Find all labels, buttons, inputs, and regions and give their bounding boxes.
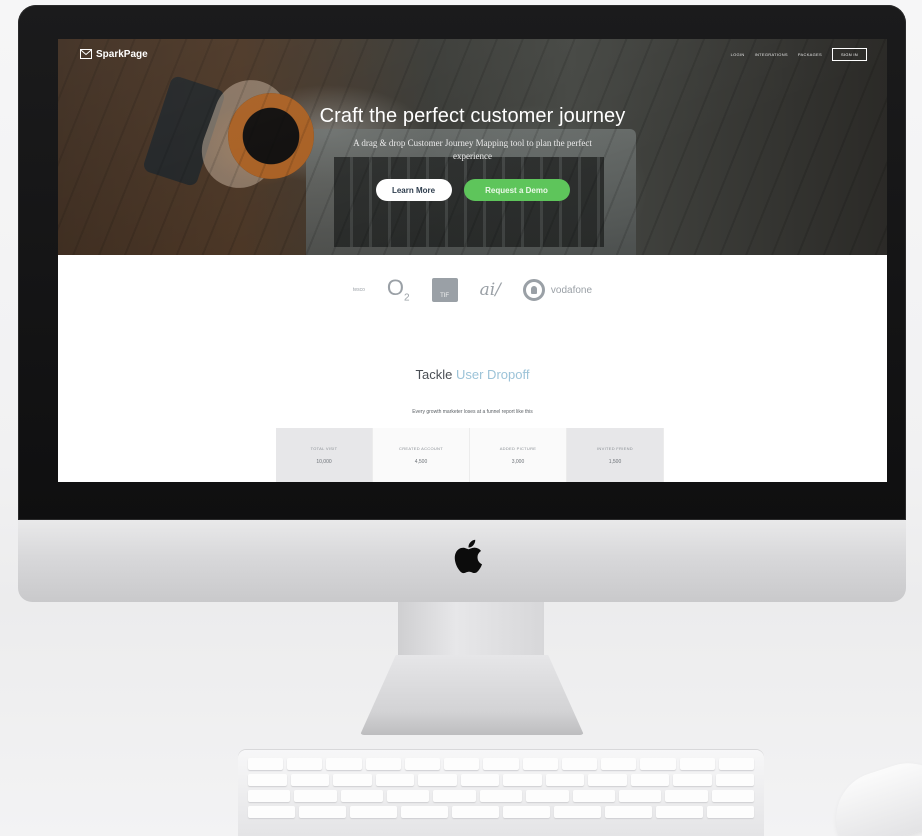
stat-value: 10,000 (316, 459, 332, 465)
stat-label: ADDED PICTURE (499, 446, 537, 451)
brand-logo[interactable]: SparkPage (80, 49, 148, 60)
hero-subtitle: A drag & drop Customer Journey Mapping t… (353, 138, 592, 161)
keyboard (238, 750, 764, 836)
sign-in-button[interactable]: SIGN IN (832, 47, 867, 61)
stat-card: CREATED ACCOUNT 4,500 (373, 428, 470, 482)
imac-stand-neck (398, 602, 544, 660)
screen: SparkPage LOGIN INTEGRATIONS PACKAGES SI… (58, 39, 887, 482)
stat-card: INVITED FRIEND 1,500 (567, 428, 664, 482)
section-title-accent: User Dropoff (456, 367, 530, 382)
hero-buttons: Learn More Request a Demo (58, 179, 887, 201)
hero-content: Craft the perfect customer journey A dra… (58, 105, 887, 201)
nav-login-link[interactable]: LOGIN (731, 52, 745, 57)
section-title: Tackle User Dropoff (58, 367, 887, 382)
logo-script: ai/ (479, 280, 501, 300)
learn-more-button[interactable]: Learn More (375, 179, 452, 201)
mouse (824, 751, 922, 836)
logo-vodafone: vodafone (522, 279, 593, 301)
nav-integrations-link[interactable]: INTEGRATIONS (755, 52, 788, 57)
request-demo-button[interactable]: Request a Demo (463, 179, 570, 201)
stat-card: TOTAL VISIT 10,000 (276, 428, 373, 482)
stat-label: TOTAL VISIT (310, 446, 338, 451)
stat-label: INVITED FRIEND (597, 446, 633, 451)
imac-stand-base (360, 655, 584, 735)
apple-logo-icon (454, 539, 482, 574)
funnel-stats: TOTAL VISIT 10,000 CREATED ACCOUNT 4,500… (276, 428, 664, 482)
stat-card: ADDED PICTURE 3,000 (470, 428, 567, 482)
client-logos: tesco O2 TIF ai/ vodafone (58, 275, 887, 305)
logo-o2: O2 (386, 274, 410, 304)
nav-packages-link[interactable]: PACKAGES (798, 52, 822, 57)
hero-title: Craft the perfect customer journey (319, 105, 626, 127)
stat-value: 4,500 (414, 459, 428, 465)
stat-value: 3,000 (511, 459, 525, 465)
stat-label: CREATED ACCOUNT (399, 446, 443, 451)
section-title-plain: Tackle (415, 367, 456, 382)
envelope-icon (80, 49, 92, 59)
stat-value: 1,500 (608, 459, 622, 465)
logo-tesco: tesco (352, 287, 365, 293)
vodafone-wordmark: vodafone (550, 284, 593, 296)
brand-name: SparkPage (96, 48, 148, 60)
nav-links: LOGIN INTEGRATIONS PACKAGES SIGN IN (731, 47, 867, 61)
top-nav: SparkPage LOGIN INTEGRATIONS PACKAGES SI… (58, 39, 887, 69)
vodafone-icon (522, 279, 545, 301)
logo-box: TIF (431, 278, 458, 302)
section-subtitle: Every growth marketer loses at a funnel … (412, 409, 533, 415)
hero-section: SparkPage LOGIN INTEGRATIONS PACKAGES SI… (58, 39, 887, 255)
